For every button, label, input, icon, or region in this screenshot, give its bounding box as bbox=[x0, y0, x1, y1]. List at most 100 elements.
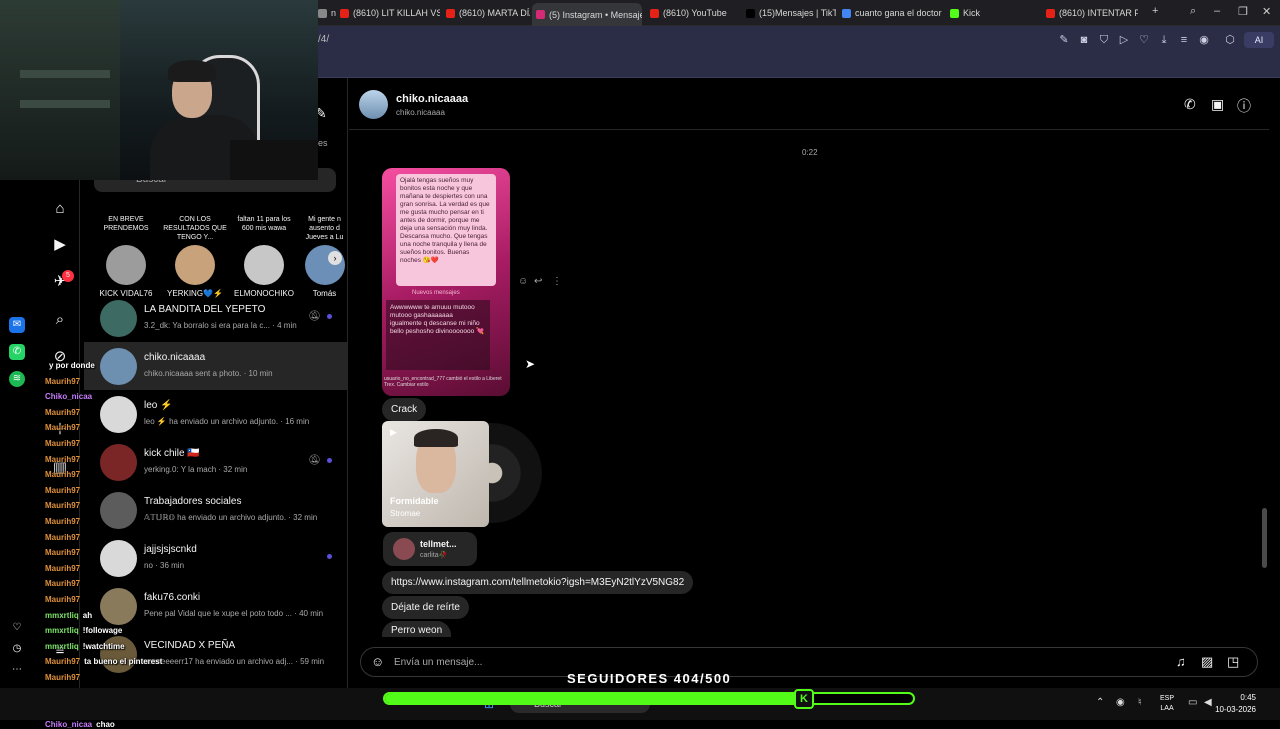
requests-label[interactable]: es bbox=[318, 138, 328, 148]
webcam-overlay bbox=[0, 0, 318, 180]
history-icon[interactable]: ◷ bbox=[9, 641, 25, 657]
text-message[interactable]: Perro weon bbox=[382, 621, 452, 637]
note-item[interactable]: CON LOS RESULTADOS QUE TENGO Y... YERKING… bbox=[163, 215, 227, 298]
browser-tab[interactable]: (5) Instagram • Mensajes bbox=[532, 3, 642, 26]
minimize-icon[interactable]: – bbox=[1214, 5, 1220, 17]
sticker-icon[interactable]: ◳ bbox=[1227, 654, 1239, 670]
stream-chat-user: Maurih97 bbox=[45, 548, 81, 558]
shared-profile-card[interactable]: tellmet... carlita🥀 bbox=[383, 532, 477, 566]
note-item[interactable]: faltan 11 para los 600 mis wawa ELMONOCHI… bbox=[232, 215, 296, 298]
conversation-item[interactable]: chiko.nicaaaa chiko.nicaaaa sent a photo.… bbox=[84, 342, 348, 390]
clock-time: 0:45 bbox=[1240, 693, 1256, 702]
conversation-item[interactable]: jajjsjsjscnkd no · 36 min bbox=[84, 534, 348, 582]
gallery-icon[interactable]: ▨ bbox=[1201, 654, 1213, 670]
link-message[interactable]: https://www.instagram.com/tellmetokio?ig… bbox=[382, 571, 694, 594]
extension-icon[interactable]: ⬡ bbox=[1224, 34, 1236, 46]
chat-header: chiko.nicaaaa chiko.nicaaaa ✆ ▣ ⓘ bbox=[349, 78, 1269, 130]
browser-tab[interactable]: (8610) YouTube bbox=[646, 3, 736, 23]
shared-profile-avatar bbox=[393, 538, 415, 560]
emoji-icon[interactable]: ☺ bbox=[371, 654, 384, 669]
profile-icon[interactable]: ◉ bbox=[1198, 34, 1210, 46]
messenger-icon[interactable]: ✉ bbox=[9, 317, 25, 333]
chat-avatar[interactable] bbox=[359, 90, 388, 119]
react-icon[interactable]: ☺ bbox=[518, 276, 528, 287]
lang-top: ESP bbox=[1160, 695, 1175, 702]
tab-label: (8610) LIT KILLAH VS bbox=[353, 8, 440, 18]
info-icon[interactable]: ⓘ bbox=[1237, 96, 1251, 116]
conversation-item[interactable]: faku76.conki Pene pal Vidal que le xupe e… bbox=[84, 582, 348, 630]
browser-tab[interactable]: (8610) INTENTAR FRE bbox=[1042, 3, 1138, 23]
browser-tab[interactable]: cuanto gana el doctor bbox=[838, 3, 942, 23]
photo-message[interactable]: Ojalá tengas sueños muy bonitos esta noc… bbox=[382, 168, 510, 396]
browser-tab[interactable]: Kick bbox=[946, 3, 1038, 23]
browser-tab[interactable]: (8610) LIT KILLAH VS bbox=[336, 3, 440, 23]
song-artist: Stromae bbox=[390, 509, 421, 518]
music-message[interactable]: ▶ Formidable Stromae bbox=[382, 421, 542, 527]
chat-scrollbar[interactable] bbox=[1262, 508, 1267, 568]
conversation-preview: 3.2_dk: Ya borralo si era para la c... ·… bbox=[144, 321, 297, 330]
tab-favicon-icon bbox=[746, 8, 755, 18]
close-window-icon[interactable]: ✕ bbox=[1262, 5, 1271, 18]
stream-chat-user: Maurih97 bbox=[45, 579, 81, 589]
browser-tab[interactable]: (15)Mensajes | TikTok bbox=[742, 3, 836, 23]
camera-icon[interactable]: ◙ bbox=[1078, 34, 1090, 46]
chat-name[interactable]: chiko.nicaaaa bbox=[396, 93, 468, 105]
network-icon[interactable]: ▭ bbox=[1188, 697, 1197, 708]
download-icon[interactable]: ⤓ bbox=[1158, 34, 1170, 46]
text-message[interactable]: Déjate de reírte bbox=[382, 596, 469, 619]
search-nav-icon[interactable]: ⌕ bbox=[50, 310, 70, 330]
language-indicator[interactable]: ESP LAA bbox=[1160, 694, 1174, 714]
conversation-preview: 𝔸𝕋𝕌ℝ𝕆 ha enviado un archivo adjunto. · 3… bbox=[144, 513, 318, 522]
tray-app-icon[interactable]: ◉ bbox=[1116, 697, 1125, 708]
conversation-item[interactable]: leo ⚡ leo ⚡ ha enviado un archivo adjunto… bbox=[84, 390, 348, 438]
stream-chat-user: mmxrtliq bbox=[45, 641, 79, 651]
new-tab-icon[interactable]: + bbox=[1152, 5, 1158, 17]
lang-bottom: LAA bbox=[1160, 705, 1174, 712]
conversation-item[interactable]: kick chile 🇨🇱 yerking.0: Y la mach · 32 m… bbox=[84, 438, 348, 486]
search-tabs-icon[interactable]: ⌕ bbox=[1190, 5, 1196, 18]
tray-mic-icon[interactable]: ♮ bbox=[1138, 697, 1142, 708]
ai-button[interactable]: AI bbox=[1244, 32, 1274, 48]
tray-chevron-icon[interactable]: ⌃ bbox=[1096, 697, 1104, 708]
reels-icon[interactable]: ▶ bbox=[50, 235, 70, 255]
more-dock-icon[interactable]: ⋯ bbox=[9, 662, 25, 678]
conversation-item[interactable]: VECINDAD X PEÑA usseeeeerr17 ha enviado u… bbox=[84, 630, 348, 678]
tab-label: (8610) MARTA DÍAZ V bbox=[459, 8, 530, 18]
stream-chat-line: Maurih97 ta bueno el pinterest bbox=[45, 657, 162, 666]
taskbar-clock[interactable]: 0:45 10-03-2026 bbox=[1215, 692, 1256, 716]
play-icon[interactable]: ▷ bbox=[1118, 34, 1130, 46]
menu-icon[interactable]: ≡ bbox=[1178, 34, 1190, 46]
volume-icon[interactable]: ◀ bbox=[1204, 697, 1212, 708]
stream-chat-message: ah bbox=[82, 610, 93, 620]
more-options-icon[interactable]: ⋮ bbox=[552, 276, 562, 287]
stream-chat-line: mmxrtliq !watchtime bbox=[45, 642, 125, 651]
text-message[interactable]: Crack bbox=[382, 398, 427, 421]
browser-tab[interactable]: (8610) MARTA DÍAZ V bbox=[442, 3, 530, 23]
chevron-right-icon[interactable]: › bbox=[328, 251, 342, 265]
stream-chat-message: chao bbox=[96, 719, 115, 729]
maximize-icon[interactable]: ❐ bbox=[1238, 5, 1248, 18]
phone-icon[interactable]: ✆ bbox=[1184, 96, 1196, 113]
shield-icon[interactable]: ⛉ bbox=[1098, 34, 1110, 46]
message-composer[interactable]: ☺ Envía un mensaje... ♫ ▨ ◳ bbox=[360, 647, 1258, 677]
spotify-icon[interactable]: ≋ bbox=[9, 371, 25, 387]
reply-icon[interactable]: ↩ bbox=[534, 276, 542, 287]
heart-icon[interactable]: ♡ bbox=[1138, 34, 1150, 46]
play-icon-music[interactable]: ▶ bbox=[390, 427, 397, 438]
microphone-icon[interactable]: ♫ bbox=[1176, 654, 1186, 669]
conversation-avatar bbox=[100, 588, 137, 625]
home-icon[interactable]: ⌂ bbox=[50, 199, 70, 219]
conversation-item[interactable]: LA BANDITA DEL YEPETO 3.2_dk: Ya borralo … bbox=[84, 294, 348, 342]
heart-dock-icon[interactable]: ♡ bbox=[9, 620, 25, 636]
stream-chat-line: Maurih97 bbox=[45, 470, 84, 479]
conversation-item[interactable]: Trabajadores sociales 𝔸𝕋𝕌ℝ𝕆 ha enviado un… bbox=[84, 486, 348, 534]
stream-chat-user: Maurih97 bbox=[45, 673, 81, 682]
note-item[interactable]: EN BREVE PRENDEMOS KICK VIDAL76 bbox=[94, 215, 158, 298]
stream-chat-user: Maurih97 bbox=[45, 485, 81, 495]
url-text[interactable]: /4/ bbox=[318, 34, 329, 45]
stream-chat-user: Maurih97 bbox=[45, 532, 81, 542]
video-call-icon[interactable]: ▣ bbox=[1211, 96, 1224, 113]
whatsapp-icon[interactable]: ✆ bbox=[9, 344, 25, 360]
edit-icon[interactable]: ✎ bbox=[1058, 34, 1070, 46]
tab-label: (5) Instagram • Mensajes bbox=[549, 9, 642, 20]
